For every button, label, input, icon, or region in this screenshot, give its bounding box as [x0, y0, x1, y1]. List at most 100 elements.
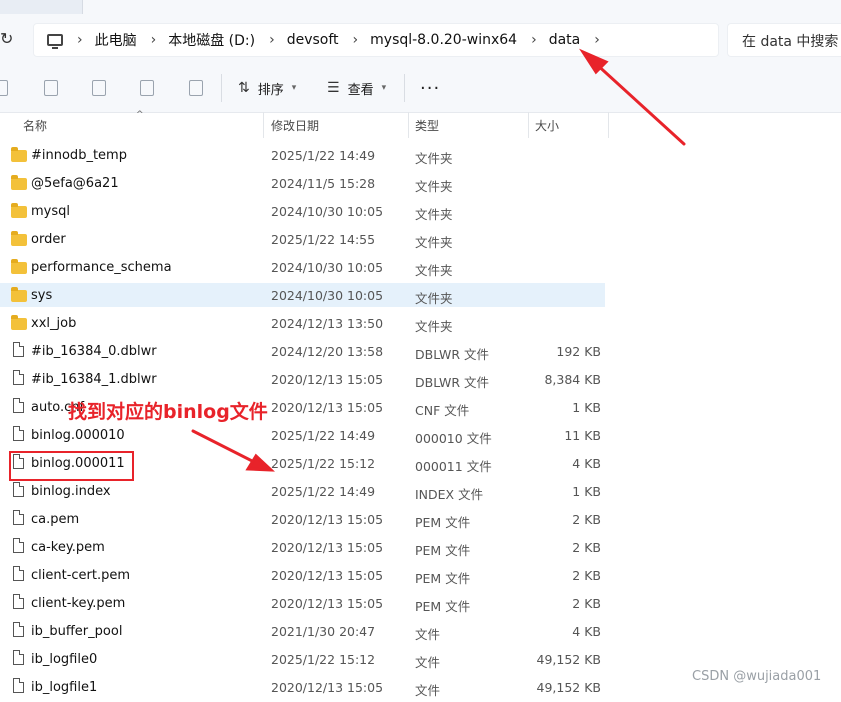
breadcrumb-devsoft[interactable]: devsoft [287, 32, 339, 48]
file-type: 文件 [415, 627, 441, 642]
file-type: 000010 文件 [415, 431, 492, 446]
file-icon [13, 510, 24, 525]
file-type: 文件 [415, 655, 441, 670]
file-row[interactable]: ib_buffer_pool 2021/1/30 20:47 文件 4 KB [0, 618, 841, 646]
file-icon [13, 342, 24, 357]
breadcrumb-mysql[interactable]: mysql-8.0.20-winx64 [370, 32, 517, 48]
column-header-date[interactable]: 修改日期 [271, 117, 319, 134]
file-name: ca-key.pem [31, 540, 105, 555]
refresh-icon[interactable]: ↻ [0, 30, 14, 48]
file-type: PEM 文件 [415, 571, 471, 586]
column-header-name[interactable]: 名称 [23, 117, 47, 134]
chevron-right-icon[interactable]: › [269, 32, 275, 48]
file-row[interactable]: #ib_16384_1.dblwr 2020/12/13 15:05 DBLWR 文… [0, 366, 841, 394]
file-name: client-cert.pem [31, 568, 131, 583]
file-icon [13, 426, 24, 441]
file-date: 2025/1/22 14:49 [271, 148, 376, 163]
file-type: 文件 [415, 683, 441, 698]
file-row[interactable]: order 2025/1/22 14:55 文件夹 [0, 226, 841, 254]
column-resize-handle[interactable] [408, 112, 409, 138]
highlight-box-annotation [9, 451, 134, 481]
column-header-size[interactable]: 大小 [535, 117, 559, 134]
file-size: 4 KB [572, 624, 601, 639]
delete-icon[interactable] [189, 80, 203, 96]
active-tab[interactable] [82, 0, 841, 14]
paste-icon[interactable] [44, 80, 58, 96]
file-row[interactable]: client-cert.pem 2020/12/13 15:05 PEM 文件 2 K… [0, 562, 841, 590]
file-row[interactable]: client-key.pem 2020/12/13 15:05 PEM 文件 2 KB [0, 590, 841, 618]
address-bar[interactable]: › 此电脑 › 本地磁盘 (D:) › devsoft › mysql-8.0.… [33, 23, 719, 57]
column-header-type[interactable]: 类型 [415, 117, 439, 134]
column-resize-handle[interactable] [263, 112, 264, 138]
file-row[interactable]: binlog.index 2025/1/22 14:49 INDEX 文件 1 KB [0, 478, 841, 506]
more-options-button[interactable]: ··· [420, 78, 440, 99]
chevron-right-icon[interactable]: › [594, 32, 600, 48]
address-row: ↻ › 此电脑 › 本地磁盘 (D:) › devsoft › mysql-8.… [0, 14, 841, 64]
file-name: ib_logfile0 [31, 652, 98, 667]
file-date: 2024/12/20 13:58 [271, 344, 384, 359]
file-row[interactable]: ca.pem 2020/12/13 15:05 PEM 文件 2 KB [0, 506, 841, 534]
file-row[interactable]: @5efa@6a21 2024/11/5 15:28 文件夹 [0, 170, 841, 198]
chevron-right-icon[interactable]: › [353, 32, 359, 48]
breadcrumb-this-pc[interactable]: 此电脑 [95, 30, 137, 50]
tab-strip [0, 0, 841, 14]
file-row[interactable]: binlog.000010 2025/1/22 14:49 000010 文件 11 … [0, 422, 841, 450]
file-size: 192 KB [556, 344, 601, 359]
toolbar-divider [221, 74, 222, 102]
file-icon [13, 650, 24, 665]
view-button[interactable]: ☰ 查看 ▾ [327, 78, 386, 98]
file-type: DBLWR 文件 [415, 375, 490, 390]
file-date: 2021/1/30 20:47 [271, 624, 376, 639]
file-date: 2020/12/13 15:05 [271, 680, 384, 695]
file-icon [13, 482, 24, 497]
sort-icon: ⇅ [238, 80, 250, 96]
file-date: 2020/12/13 15:05 [271, 372, 384, 387]
file-name: mysql [31, 204, 70, 219]
file-size: 2 KB [572, 596, 601, 611]
search-input[interactable]: 在 data 中搜索 [727, 23, 841, 57]
folder-icon [11, 259, 27, 274]
command-bar: ⇅ 排序 ▾ ☰ 查看 ▾ ··· [0, 64, 841, 113]
file-name: ib_logfile1 [31, 680, 98, 695]
view-icon: ☰ [327, 80, 340, 96]
rename-icon[interactable] [92, 80, 106, 96]
chevron-right-icon[interactable]: › [151, 32, 157, 48]
file-type: PEM 文件 [415, 543, 471, 558]
column-resize-handle[interactable] [608, 112, 609, 138]
file-row[interactable]: sys 2024/10/30 10:05 文件夹 [0, 282, 841, 310]
computer-icon[interactable] [47, 34, 63, 49]
file-date: 2020/12/13 15:05 [271, 400, 384, 415]
file-icon [13, 370, 24, 385]
file-row[interactable]: mysql 2024/10/30 10:05 文件夹 [0, 198, 841, 226]
chevron-right-icon[interactable]: › [77, 32, 83, 48]
file-date: 2024/10/30 10:05 [271, 260, 384, 275]
sort-button[interactable]: ⇅ 排序 ▾ [238, 78, 296, 98]
share-icon[interactable] [140, 80, 154, 96]
file-name: #ib_16384_0.dblwr [31, 344, 157, 359]
file-type: PEM 文件 [415, 599, 471, 614]
file-name: ib_buffer_pool [31, 624, 123, 639]
breadcrumb-drive-d[interactable]: 本地磁盘 (D:) [168, 30, 255, 50]
file-row[interactable]: #innodb_temp 2025/1/22 14:49 文件夹 [0, 142, 841, 170]
file-icon [13, 622, 24, 637]
file-row[interactable]: ca-key.pem 2020/12/13 15:05 PEM 文件 2 KB [0, 534, 841, 562]
folder-icon [11, 287, 27, 302]
file-type: CNF 文件 [415, 403, 470, 418]
chevron-down-icon: ▾ [381, 83, 387, 93]
breadcrumb-data[interactable]: data [549, 32, 581, 48]
file-type: 文件夹 [415, 319, 453, 334]
file-row[interactable]: xxl_job 2024/12/13 13:50 文件夹 [0, 310, 841, 338]
file-date: 2025/1/22 14:49 [271, 484, 376, 499]
file-date: 2024/10/30 10:05 [271, 204, 384, 219]
file-row[interactable]: #ib_16384_0.dblwr 2024/12/20 13:58 DBLWR 文… [0, 338, 841, 366]
cut-icon[interactable] [0, 80, 8, 96]
search-placeholder: 在 data 中搜索 [742, 34, 839, 50]
file-date: 2025/1/22 15:12 [271, 456, 376, 471]
file-date: 2020/12/13 15:05 [271, 568, 384, 583]
file-row[interactable]: performance_schema 2024/10/30 10:05 文件夹 [0, 254, 841, 282]
chevron-right-icon[interactable]: › [531, 32, 537, 48]
file-size: 8,384 KB [544, 372, 601, 387]
column-resize-handle[interactable] [528, 112, 529, 138]
file-date: 2025/1/22 14:55 [271, 232, 376, 247]
file-size: 11 KB [564, 428, 601, 443]
